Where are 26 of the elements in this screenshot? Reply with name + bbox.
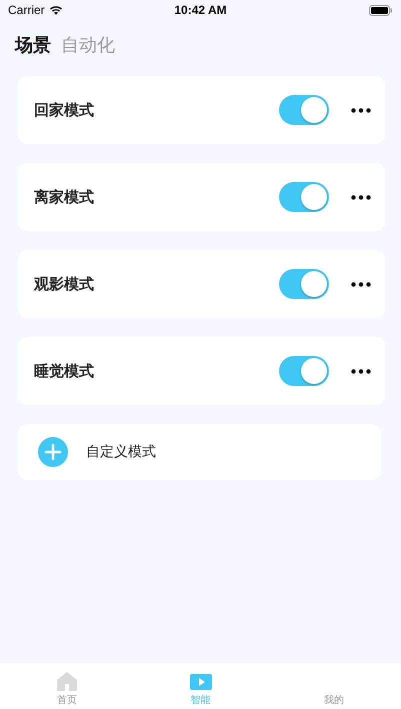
scene-name: 观影模式 bbox=[34, 274, 95, 294]
scene-tab[interactable]: 场景 bbox=[15, 33, 51, 57]
scene-name: 睡觉模式 bbox=[34, 362, 95, 380]
scene-toggle[interactable] bbox=[279, 356, 329, 386]
more-icon[interactable] bbox=[351, 108, 371, 112]
add-scene-card[interactable]: 自定义模式 bbox=[18, 424, 381, 480]
scene-toggle[interactable] bbox=[279, 182, 329, 212]
tab-bar-item[interactable]: 首页 bbox=[0, 671, 134, 707]
more-icon[interactable] bbox=[351, 368, 371, 374]
add-scene-label: 自定义模式 bbox=[86, 443, 156, 461]
battery-icon bbox=[369, 4, 393, 16]
more-icon[interactable] bbox=[351, 282, 371, 286]
tab-bar-item[interactable]: 我的 bbox=[267, 671, 401, 707]
wifi-icon bbox=[48, 5, 63, 15]
scene-name: 回家模式 bbox=[34, 100, 95, 120]
scene-name: 离家模式 bbox=[34, 188, 95, 206]
scene-tab[interactable]: 自动化 bbox=[61, 33, 115, 57]
scene-toggle[interactable] bbox=[279, 269, 329, 299]
more-icon[interactable] bbox=[351, 194, 371, 200]
home-icon bbox=[56, 671, 78, 691]
play-icon bbox=[188, 671, 212, 691]
scene-toggle[interactable] bbox=[279, 95, 329, 125]
add-icon bbox=[38, 437, 68, 467]
status-time: 10:42 AM bbox=[174, 3, 227, 17]
tab-bar-item[interactable]: 智能 bbox=[134, 671, 268, 707]
carrier-label: Carrier bbox=[8, 3, 45, 17]
